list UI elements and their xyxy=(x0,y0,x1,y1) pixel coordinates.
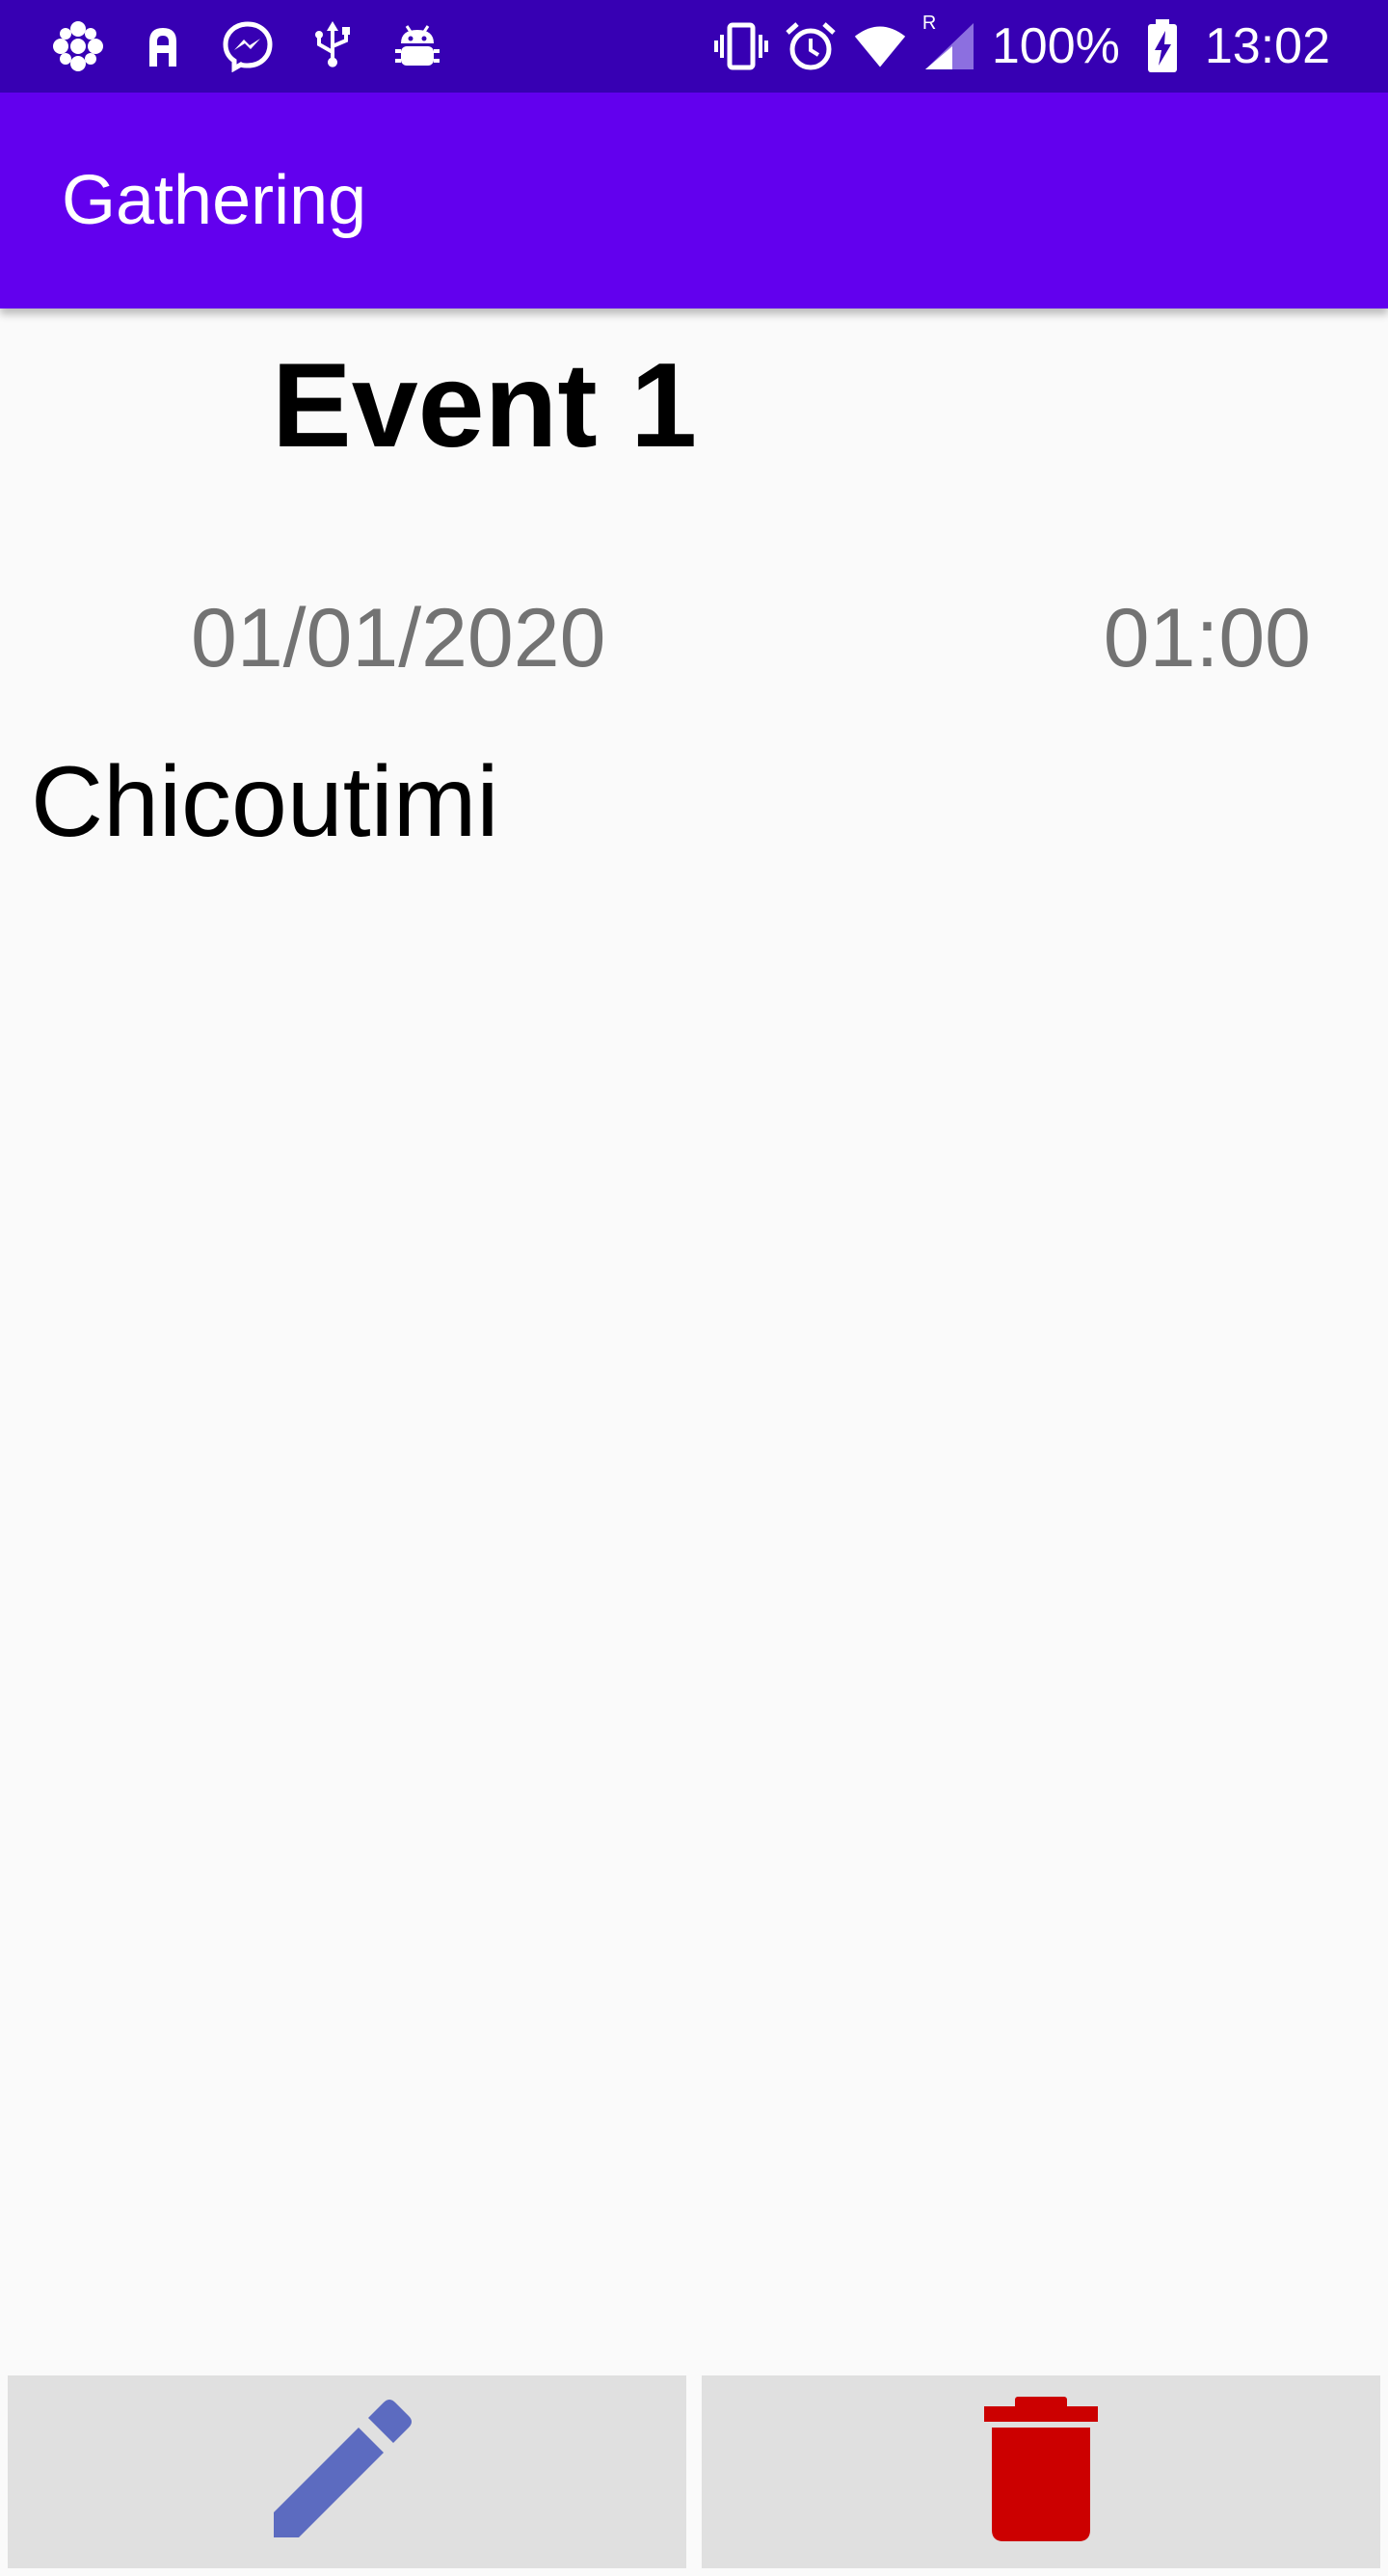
event-name: Event 1 xyxy=(272,339,698,472)
alarm-icon xyxy=(784,19,838,73)
roaming-indicator: R xyxy=(921,13,937,34)
app-bar: Gathering xyxy=(0,93,1388,309)
app-title: Gathering xyxy=(62,162,367,239)
event-location: Chicoutimi xyxy=(31,746,499,858)
messenger-icon xyxy=(220,18,276,74)
notification-icons xyxy=(50,17,445,75)
trash-icon xyxy=(978,2393,1104,2552)
delete-button[interactable] xyxy=(702,2375,1380,2568)
android-debug-icon xyxy=(389,18,445,74)
event-detail-screen: R 100% 13:02 Gathering Event 1 01/01/202… xyxy=(0,0,1388,2576)
event-date: 01/01/2020 xyxy=(191,592,606,684)
wifi-icon xyxy=(853,19,907,73)
vibrate-icon xyxy=(713,19,768,73)
system-status: R 100% 13:02 xyxy=(713,13,1330,75)
clock: 13:02 xyxy=(1204,18,1330,74)
event-time: 01:00 xyxy=(1103,592,1311,684)
edit-button[interactable] xyxy=(8,2375,686,2568)
a-app-icon xyxy=(135,18,191,74)
signal-icon: R xyxy=(922,13,976,73)
battery-charging-icon xyxy=(1135,19,1189,73)
status-bar: R 100% 13:02 xyxy=(0,0,1388,93)
battery-percent: 100% xyxy=(991,18,1120,74)
pencil-icon xyxy=(270,2393,424,2552)
cbc-icon xyxy=(50,18,106,74)
usb-icon xyxy=(305,18,360,74)
